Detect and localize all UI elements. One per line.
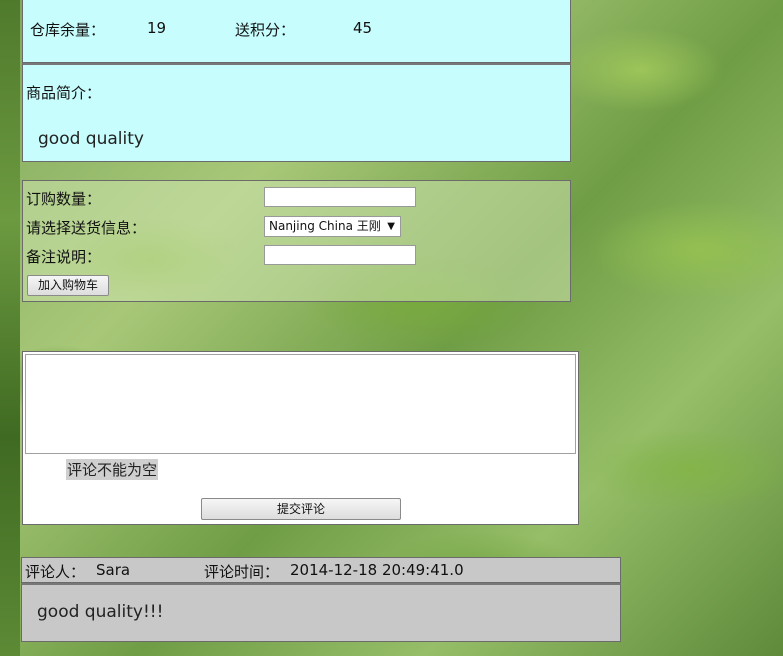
review-time-label: 评论时间： <box>204 563 280 581</box>
points-label: 送积分： <box>235 21 296 39</box>
quantity-input[interactable] <box>264 187 416 207</box>
delivery-select[interactable]: Nanjing China 王刚 ▼ <box>264 216 401 237</box>
product-intro-panel: 商品简介： good quality <box>22 63 571 162</box>
dropdown-arrow-icon: ▼ <box>387 221 395 232</box>
review-text: good quality!!! <box>37 602 164 622</box>
intro-label: 商品简介： <box>26 84 102 102</box>
comment-error-message: 评论不能为空 <box>66 459 159 480</box>
stock-value: 19 <box>147 19 167 37</box>
delivery-selected-value: Nanjing China 王刚 <box>269 219 381 233</box>
order-form: 订购数量： 请选择送货信息： Nanjing China 王刚 ▼ 备注说明： … <box>22 180 571 302</box>
delivery-label: 请选择送货信息： <box>26 219 147 237</box>
add-to-cart-button[interactable]: 加入购物车 <box>27 275 109 296</box>
note-label: 备注说明： <box>26 248 102 266</box>
points-value: 45 <box>353 19 373 37</box>
review-body: good quality!!! <box>21 583 621 642</box>
submit-comment-button[interactable]: 提交评论 <box>201 498 401 520</box>
comment-panel: 评论不能为空 提交评论 <box>22 351 579 525</box>
product-info-panel: 仓库余量： 19 送积分： 45 <box>22 0 571 63</box>
reviewer-label: 评论人： <box>25 563 86 581</box>
reviewer-name: Sara <box>96 561 131 579</box>
note-input[interactable] <box>264 245 416 265</box>
quantity-label: 订购数量： <box>26 190 102 208</box>
stock-label: 仓库余量： <box>30 21 106 39</box>
intro-text: good quality <box>38 129 144 149</box>
comment-textarea[interactable] <box>25 354 576 454</box>
review-time: 2014-12-18 20:49:41.0 <box>290 561 464 579</box>
review-header: 评论人： Sara 评论时间： 2014-12-18 20:49:41.0 <box>21 557 621 583</box>
background-leaves <box>0 0 20 656</box>
